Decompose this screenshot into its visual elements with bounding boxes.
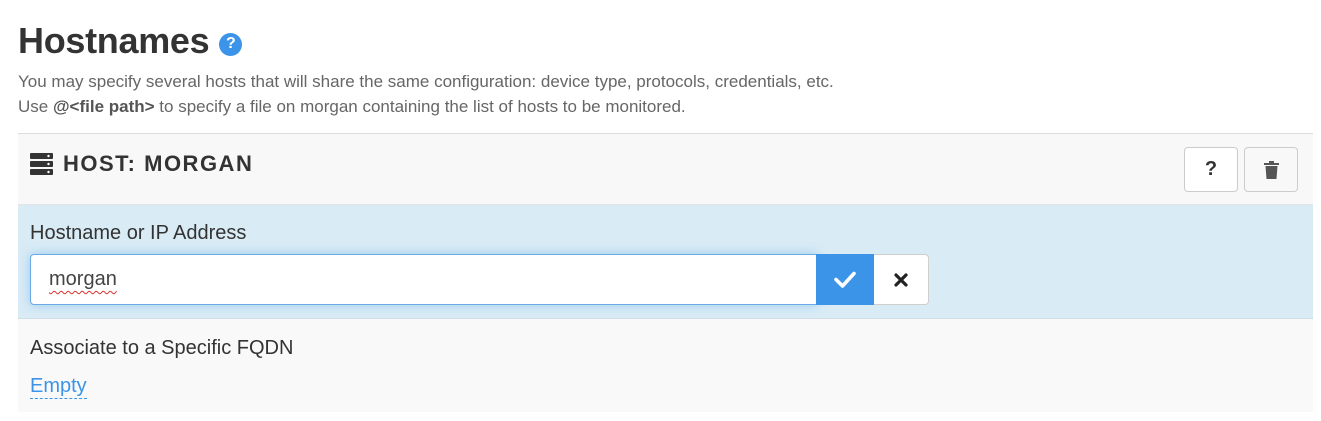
confirm-button[interactable]	[816, 254, 874, 305]
trash-icon	[1263, 160, 1279, 179]
help-icon[interactable]: ?	[219, 32, 243, 56]
server-icon	[30, 153, 53, 175]
hostname-input-value[interactable]: morgan	[49, 268, 117, 291]
host-panel-header: HOST: MORGAN ?	[18, 134, 1313, 205]
title-row: Hostnames ?	[18, 20, 243, 62]
check-icon	[834, 271, 856, 288]
description-suffix: to specify a file on morgan containing t…	[154, 97, 686, 116]
host-panel-title: HOST: MORGAN	[63, 151, 254, 176]
description-line-1: You may specify several hosts that will …	[18, 72, 834, 91]
fqdn-row: Associate to a Specific FQDN Empty	[18, 320, 1313, 412]
delete-host-button[interactable]	[1244, 147, 1298, 192]
cancel-button[interactable]	[874, 254, 929, 305]
close-icon	[894, 272, 908, 287]
description-line-2: Use @<file path> to specify a file on mo…	[18, 94, 834, 119]
page-title: Hostnames	[18, 20, 210, 61]
fqdn-editable-value[interactable]: Empty	[30, 374, 87, 399]
hostname-input[interactable]: morgan	[30, 254, 817, 305]
fqdn-label: Associate to a Specific FQDN	[30, 337, 294, 359]
host-panel: HOST: MORGAN ? Hostname or IP Address mo…	[18, 133, 1313, 412]
hostname-edit-row: Hostname or IP Address morgan	[18, 205, 1313, 319]
host-help-button[interactable]: ?	[1184, 147, 1238, 192]
hostname-label: Hostname or IP Address	[30, 222, 247, 244]
file-path-syntax: @<file path>	[52, 97, 155, 116]
hostnames-page: Hostnames ? You may specify several host…	[0, 0, 1321, 421]
host-title: HOST: MORGAN	[30, 151, 253, 177]
description-prefix: Use	[18, 97, 53, 116]
section-description: You may specify several hosts that will …	[18, 69, 834, 119]
